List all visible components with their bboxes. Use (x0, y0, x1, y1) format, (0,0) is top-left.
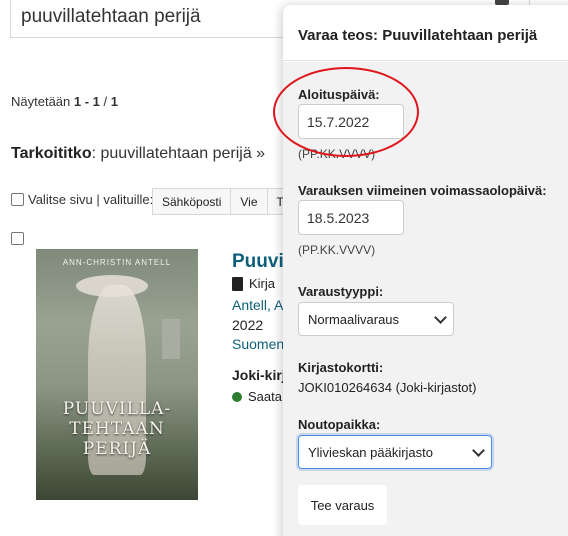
email-button[interactable]: Sähköposti (152, 188, 232, 215)
cover-title: PUUVILLA- TEHTAAN PERIJÄ (36, 399, 198, 459)
place-hold-button[interactable]: Tee varaus (298, 485, 387, 525)
did-you-mean-label: Tarkoititko (11, 145, 92, 162)
chevron-down-icon (434, 311, 447, 324)
pickup-location-label: Noutopaikka: (298, 417, 381, 432)
book-cover[interactable]: ANN-CHRISTIN ANTELL PUUVILLA- TEHTAAN PE… (36, 249, 198, 500)
select-page-checkbox[interactable] (11, 193, 24, 206)
chevron-down-icon (472, 444, 485, 457)
results-count-range: 1 - 1 (73, 94, 100, 109)
end-date-hint: (PP.KK.VVVV) (298, 243, 376, 257)
select-page-label: Valitse sivu | valituille: (28, 192, 154, 207)
results-count-prefix: Näytetään (11, 94, 74, 109)
cover-church-tower (162, 319, 180, 359)
cover-title-line1: PUUVILLA- (62, 399, 172, 419)
pickup-location-select[interactable]: Ylivieskan pääkirjasto (298, 435, 492, 469)
pickup-location-value: Ylivieskan pääkirjasto (308, 445, 434, 460)
end-date-label: Varauksen viimeinen voimassaolopäivä: (298, 183, 547, 198)
export-button[interactable]: Vie (231, 188, 268, 215)
record-library: Joki-kirj (232, 367, 286, 383)
record-format: Kirja (232, 276, 275, 291)
hold-type-value: Normaalivaraus (308, 312, 400, 327)
record-language[interactable]: Suomen (232, 336, 284, 352)
did-you-mean-link[interactable]: : puuvillatehtaan perijä » (92, 145, 265, 162)
availability-dot-icon (232, 391, 242, 402)
cover-author: ANN-CHRISTIN ANTELL (62, 258, 172, 267)
highlight-annotation-circle (273, 67, 419, 157)
hold-dialog-header: Varaa teos: Puuvillatehtaan perijä (283, 5, 568, 61)
search-query: puuvillatehtaan perijä (21, 6, 201, 27)
book-icon (232, 276, 243, 291)
end-date-field[interactable]: 18.5.2023 (298, 200, 404, 235)
hold-dialog-title: Varaa teos: Puuvillatehtaan perijä (298, 27, 538, 44)
results-count-total: 1 (110, 94, 118, 109)
record-format-label: Kirja (249, 276, 276, 291)
record-availability: Saata (232, 389, 282, 404)
results-count: Näytetään 1 - 1 / 1 (11, 94, 118, 109)
record-checkbox[interactable] (11, 232, 24, 245)
did-you-mean: Tarkoititko: puuvillatehtaan perijä » (11, 145, 265, 163)
bulk-toolbar: Sähköposti Vie T (152, 188, 294, 215)
record-author[interactable]: Antell, A (232, 297, 283, 313)
cover-title-line3: PERIJÄ (82, 439, 152, 459)
cover-title-line2: TEHTAAN (69, 419, 165, 439)
library-card-value: JOKI010264634 (Joki-kirjastot) (298, 380, 477, 395)
hold-type-label: Varaustyyppi: (298, 284, 384, 299)
availability-label: Saata (248, 389, 282, 404)
hold-type-select[interactable]: Normaalivaraus (298, 302, 454, 336)
library-card-label: Kirjastokortti: (298, 360, 384, 375)
record-title[interactable]: Puuvi (232, 251, 284, 273)
select-page: Valitse sivu | valituille: (11, 192, 153, 207)
record-year: 2022 (232, 317, 264, 333)
